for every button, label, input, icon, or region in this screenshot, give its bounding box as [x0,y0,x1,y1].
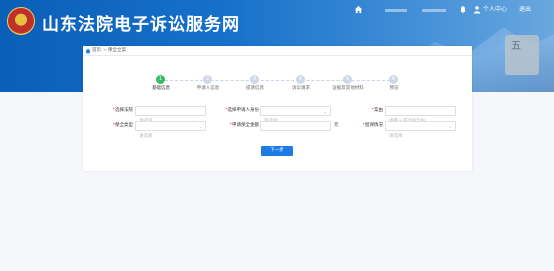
personal-center-link[interactable]: 个人中心 [483,4,507,16]
preservation-type-label-text: 保全类型 [115,123,133,128]
breadcrumb: 首页 > 保全立案 [83,46,472,56]
user-icon[interactable] [473,5,481,14]
step-4-dot: 4 [296,75,305,84]
case-type-field[interactable] [385,106,456,126]
breadcrumb-home[interactable]: 首页 [92,46,101,56]
amount-label-text: 申请保全金额 [232,123,259,128]
home-icon[interactable] [354,5,363,14]
next-step-button[interactable]: 下一步 [261,146,293,156]
step-5-dot: 5 [343,75,352,84]
logout-link[interactable]: 退出 [519,4,531,16]
applicant-identity-label: *选择申请人身份 [218,106,259,116]
chevron-down-icon: ⌄ [448,124,452,129]
nav-link-placeholder[interactable] [422,9,446,12]
case-type-label-text: 案由 [374,108,383,113]
case-type-label: *案由 [358,106,383,116]
step-2-dot: 2 [203,75,212,84]
guarantee-label: *担保情况 [353,121,383,131]
guarantee-label-text: 担保情况 [365,123,383,128]
preservation-type-select[interactable]: ⌄ [135,121,206,141]
step-6-dot: 6 [389,75,398,84]
amount-unit: 元 [334,123,339,128]
applicant-identity-select[interactable]: ⌄ [260,106,331,126]
breadcrumb-separator: > [103,48,107,53]
step-3-dot: 3 [250,75,259,84]
amount-label: *申请保全金额 [218,121,259,131]
court-field[interactable] [135,106,206,126]
nav-link-placeholder[interactable] [385,9,407,12]
steps-connector [165,80,395,81]
step-6-label: 预览 [389,86,399,91]
preservation-type-input[interactable] [136,132,205,141]
step-1-dot: 1 [156,75,165,84]
guarantee-input[interactable] [386,132,455,141]
stone-tablet-text: 五 [511,41,521,52]
site-title: 山东法院电子诉讼服务网 [42,15,240,35]
court-label: *选择法院 [105,106,133,116]
chevron-down-icon: ⌄ [323,109,327,114]
court-emblem-icon [7,7,35,35]
stone-tablet-decoration: 五 [505,35,539,75]
preservation-type-label: *保全类型 [105,121,133,131]
breadcrumb-current: 保全立案 [108,48,126,53]
chevron-down-icon: ⌄ [198,124,202,129]
form-card: 首页 > 保全立案 1 基础信息 2 申请人信息 3 提请信息 4 诉讼请求 5… [83,46,472,171]
bell-icon[interactable] [459,5,467,14]
court-label-text: 选择法院 [115,108,133,113]
breadcrumb-home-icon[interactable] [85,48,91,54]
amount-field[interactable] [260,121,331,141]
applicant-identity-label-text: 选择申请人身份 [227,108,260,113]
amount-input[interactable] [261,132,330,141]
guarantee-select[interactable]: ⌄ [385,121,456,141]
